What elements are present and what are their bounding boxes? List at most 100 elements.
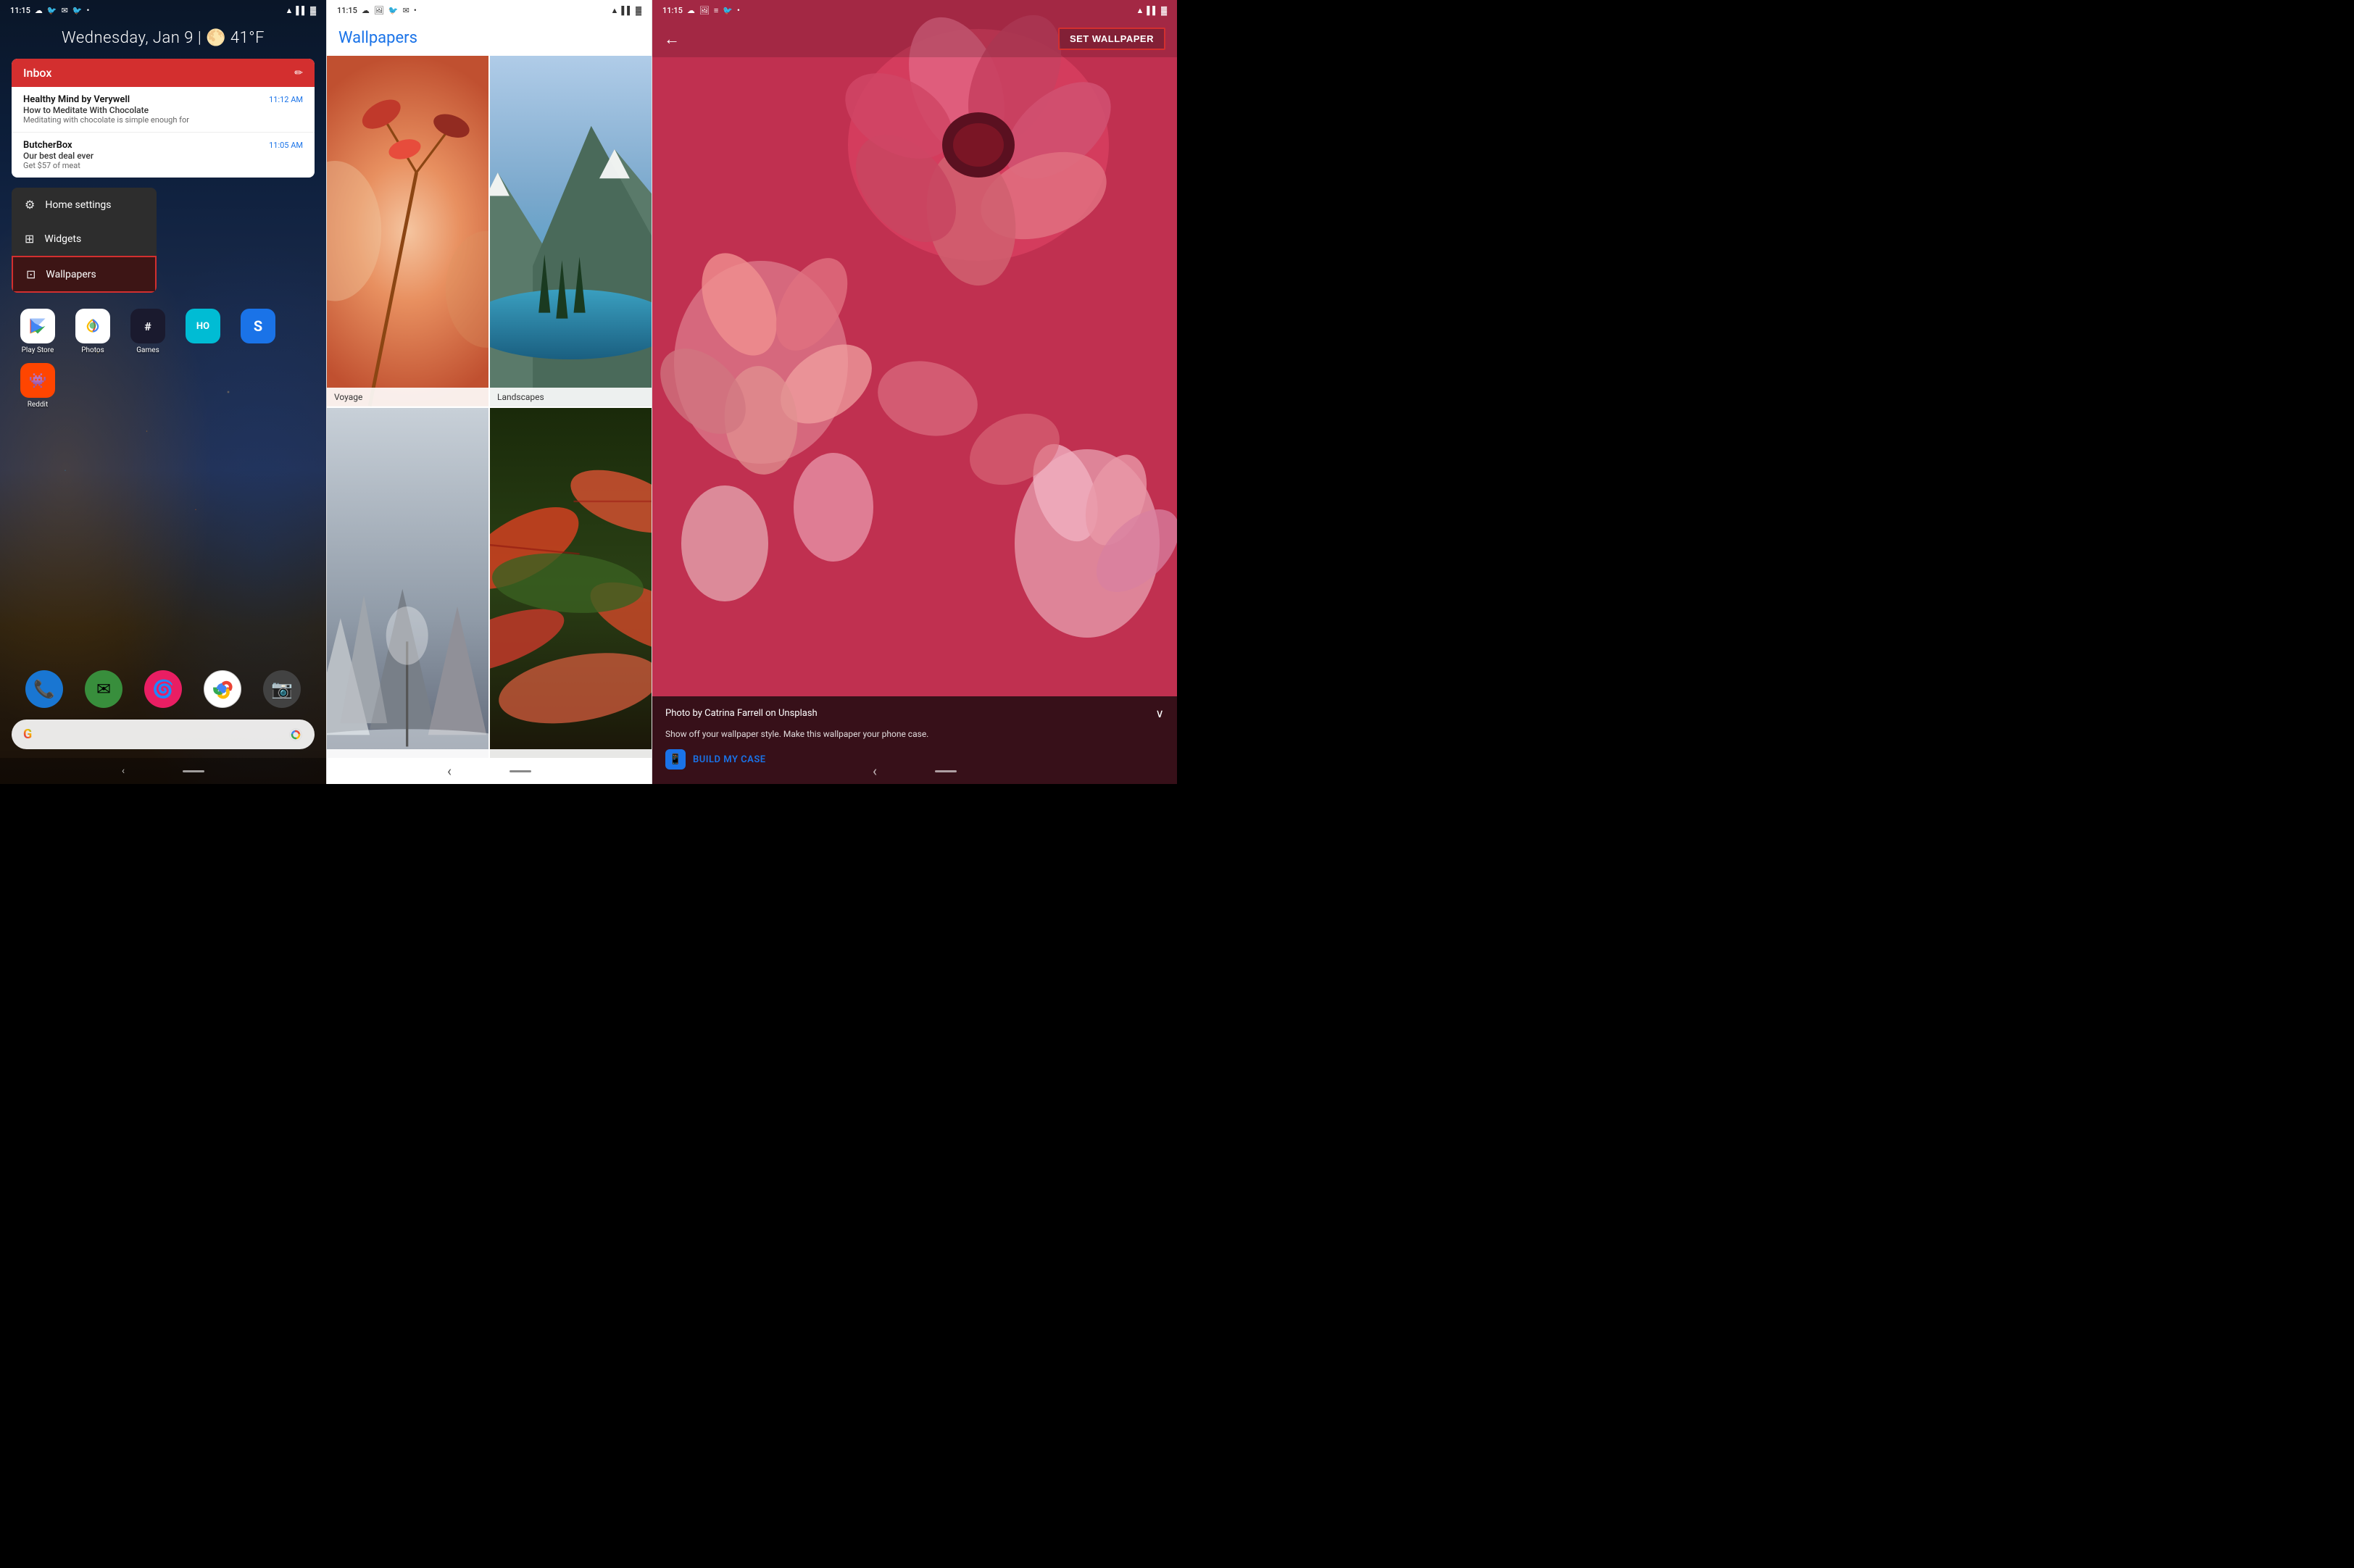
tropical-label <box>490 749 652 758</box>
gmail-icon-p2: ✉ <box>403 6 409 15</box>
tropical-thumb <box>490 408 652 759</box>
home-indicator-p3[interactable] <box>935 770 957 772</box>
home-screen-panel: 11:15 ☁ 🐦 ✉ 🐦 • ▲ ▌▌ ▓ Wednesday, Jan 9 … <box>0 0 326 784</box>
battery-icon: ▓ <box>310 6 316 15</box>
app-reddit[interactable]: 👾 Reddit <box>14 363 61 409</box>
email-preview: Meditating with chocolate is simple enou… <box>23 115 303 125</box>
dock-spiral[interactable]: 🌀 <box>144 670 182 708</box>
menu-item-widgets[interactable]: ⊞ Widgets <box>12 222 157 256</box>
app-play-store[interactable]: ▶ Play Store <box>14 309 61 354</box>
time-label-p3: 11:15 <box>662 6 683 15</box>
signal-icon-p2: ▌▌ <box>621 6 633 15</box>
photos-label: Photos <box>81 346 104 354</box>
date-label: Wednesday, Jan 9 | 🌕 41°F <box>0 29 326 47</box>
dot-icon-p2: • <box>414 6 417 15</box>
back-nav-p3[interactable]: ‹ <box>873 762 877 780</box>
wallpaper-voyage[interactable]: Voyage <box>327 56 488 406</box>
inbox-title: Inbox <box>23 66 51 80</box>
status-left-p3: 11:15 ☁ 🖼 ≡ 🐦 • <box>662 6 740 15</box>
wallpaper-display-area <box>652 57 1177 784</box>
wallpaper-tropical[interactable] <box>490 408 652 759</box>
play-store-label: Play Store <box>22 346 54 354</box>
wallpaper-landscapes[interactable]: Landscapes <box>490 56 652 406</box>
shazam-icon: S <box>241 309 275 343</box>
back-button[interactable]: ← <box>664 30 680 49</box>
ho-icon: HO <box>186 309 220 343</box>
app-shazam[interactable]: S <box>235 309 281 354</box>
google-g-icon: G <box>23 727 32 742</box>
photo-icon-p3: 🖼 <box>699 6 710 15</box>
home-indicator[interactable] <box>183 770 204 772</box>
dock-messages[interactable]: ✉ <box>85 670 122 708</box>
email-time-2: 11:05 AM <box>269 141 303 150</box>
app-photos[interactable]: Photos <box>70 309 116 354</box>
inbox-widget: Inbox ✏ Healthy Mind by Verywell 11:12 A… <box>12 59 315 178</box>
battery-icon-p3: ▓ <box>1161 6 1167 15</box>
photo-icon-p2: 🖼 <box>374 6 384 15</box>
signal-icon: ▌▌ <box>296 6 307 15</box>
games-icon: # <box>130 309 165 343</box>
dock-camera[interactable]: 📷 <box>263 670 301 708</box>
email-subject: How to Meditate With Chocolate <box>23 105 303 115</box>
email-item-2[interactable]: ButcherBox 11:05 AM Our best deal ever G… <box>12 133 315 178</box>
twitter-icon-1: 🐦 <box>47 6 57 15</box>
menu-item-home-settings[interactable]: ⚙ Home settings <box>12 188 157 222</box>
weather-text: 41°F <box>230 29 265 47</box>
status-right: ▲ ▌▌ ▓ <box>285 6 316 15</box>
email-item-1[interactable]: Healthy Mind by Verywell 11:12 AM How to… <box>12 87 315 133</box>
expand-icon[interactable]: ∨ <box>1155 706 1164 720</box>
edit-icon[interactable]: ✏ <box>294 67 303 79</box>
home-indicator-p2[interactable] <box>510 770 531 772</box>
wallpapers-panel: 11:15 ☁ 🖼 🐦 ✉ • ▲ ▌▌ ▓ Wallpapers <box>326 0 652 784</box>
search-bar[interactable]: G <box>12 720 315 749</box>
landscapes-thumb <box>490 56 652 406</box>
wallpapers-icon: ⊡ <box>26 267 36 281</box>
time-label: 11:15 <box>10 6 30 15</box>
wallpapers-header: Wallpapers <box>327 20 652 56</box>
nav-bar-panel1: ‹ <box>0 758 326 784</box>
email-sender-2: ButcherBox <box>23 140 72 151</box>
wallpaper-description: Show off your wallpaper style. Make this… <box>665 727 1164 741</box>
date-text: Wednesday, Jan 9 <box>62 29 194 47</box>
photos-icon <box>75 309 110 343</box>
menu-item-wallpapers[interactable]: ⊡ Wallpapers <box>12 256 157 293</box>
app-games[interactable]: # Games <box>125 309 171 354</box>
google-assistant-icon <box>288 727 303 742</box>
winter-label <box>327 749 488 758</box>
widgets-icon: ⊞ <box>25 232 34 246</box>
soundcloud-icon-p3: ☁ <box>687 6 695 15</box>
wifi-icon-p2: ▲ <box>610 6 618 15</box>
soundcloud-icon: ☁ <box>35 6 43 15</box>
wifi-icon: ▲ <box>285 6 293 15</box>
app-ho[interactable]: HO <box>180 309 226 354</box>
dock-chrome[interactable] <box>204 670 241 708</box>
wallpaper-grid: Voyage <box>327 56 652 758</box>
email-row: Healthy Mind by Verywell 11:12 AM <box>23 94 303 105</box>
status-bar-panel3: 11:15 ☁ 🖼 ≡ 🐦 • ▲ ▌▌ ▓ <box>652 0 1177 20</box>
reddit-label: Reddit <box>28 401 48 409</box>
back-nav-p2[interactable]: ‹ <box>447 762 452 780</box>
status-bar-panel1: 11:15 ☁ 🐦 ✉ 🐦 • ▲ ▌▌ ▓ <box>0 0 326 20</box>
inbox-header: Inbox ✏ <box>12 59 315 87</box>
svg-text:▶: ▶ <box>31 318 43 335</box>
status-left: 11:15 ☁ 🐦 ✉ 🐦 • <box>10 6 89 15</box>
signal-icon-p3: ▌▌ <box>1147 6 1158 15</box>
status-left-p2: 11:15 ☁ 🖼 🐦 ✉ • <box>337 6 417 15</box>
panel3-topbar: ← SET WALLPAPER <box>652 20 1177 57</box>
photo-credit-text: Photo by Catrina Farrell on Unsplash <box>665 708 818 719</box>
app-grid: ▶ Play Store Photos <box>0 300 326 417</box>
voyage-label: Voyage <box>327 388 488 406</box>
separator: | <box>198 29 206 47</box>
date-weather-widget: Wednesday, Jan 9 | 🌕 41°F <box>0 20 326 53</box>
voyage-thumb <box>327 56 488 406</box>
back-nav[interactable]: ‹ <box>122 765 125 777</box>
games-label: Games <box>136 346 159 354</box>
set-wallpaper-button[interactable]: SET WALLPAPER <box>1058 28 1165 50</box>
dock-phone[interactable]: 📞 <box>25 670 63 708</box>
twitter-icon-p2: 🐦 <box>388 6 399 15</box>
menu-label-settings: Home settings <box>45 199 111 211</box>
wallpaper-winter[interactable] <box>327 408 488 759</box>
winter-thumb <box>327 408 488 759</box>
dot-icon: • <box>87 6 90 15</box>
email-preview-2: Get $57 of meat <box>23 161 303 170</box>
